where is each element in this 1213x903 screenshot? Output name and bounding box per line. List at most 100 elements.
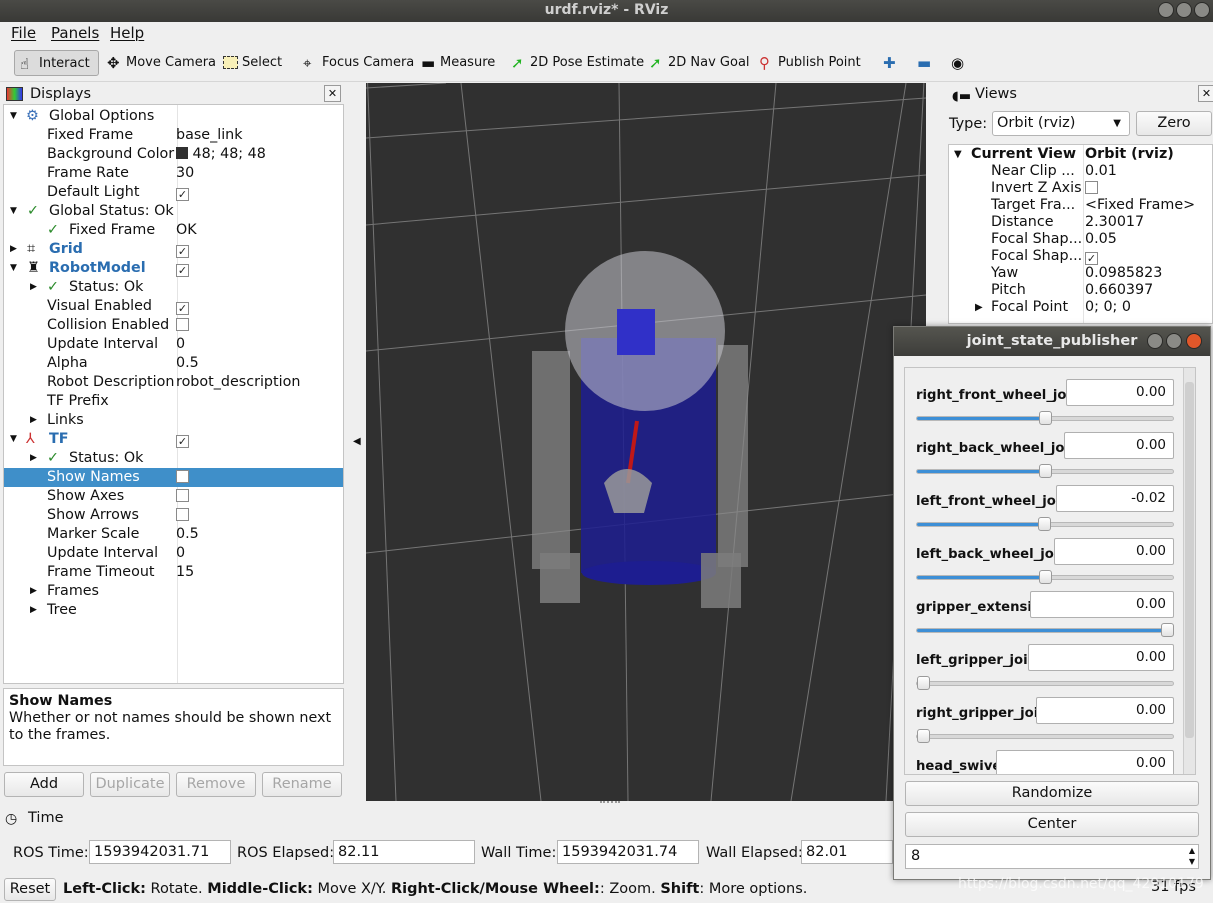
zero-view-button[interactable]: Zero [1136,111,1212,136]
show-axes-checkbox[interactable] [176,489,189,502]
ros-elapsed-field[interactable]: 82.11 [333,840,475,864]
close-icon[interactable]: ✕ [1198,85,1213,102]
ros-time-field[interactable]: 1593942031.71 [89,840,231,864]
maximize-window-icon[interactable] [1176,2,1192,18]
robotmodel-enabled-checkbox[interactable]: ✓ [176,264,189,277]
tree-row-fixed-frame-status[interactable]: ✓ Fixed Frame OK [4,221,343,240]
center-button[interactable]: Center [905,812,1199,837]
tree-row-tf-status[interactable]: ▶ ✓ Status: Ok [4,449,343,468]
wall-time-field[interactable]: 1593942031.74 [557,840,699,864]
tree-row-frame-rate[interactable]: Frame Rate 30 [4,164,343,183]
slider-handle[interactable] [917,729,930,743]
tree-row-tf-update-interval[interactable]: Update Interval 0 [4,544,343,563]
rename-display-button[interactable]: Rename [262,772,342,797]
joint-value-input[interactable]: 0.00 [1030,591,1174,618]
view-row-invert-z[interactable]: Invert Z Axis [949,180,1212,197]
joint-slider[interactable] [916,676,1174,690]
select-tool-button[interactable]: Select [218,50,282,76]
minimize-window-icon[interactable] [1147,333,1163,349]
tree-row-robotmodel[interactable]: ▼ ♜ RobotModel ✓ [4,259,343,278]
slider-handle[interactable] [1038,517,1051,531]
tree-row-frames[interactable]: ▶ Frames [4,582,343,601]
joint-slider[interactable] [916,570,1174,584]
minimize-window-icon[interactable] [1158,2,1174,18]
tree-row-show-names[interactable]: Show Names [4,468,343,487]
close-icon[interactable]: ✕ [324,85,341,102]
interact-tool-button[interactable]: ☝ Interact [14,50,99,76]
duplicate-display-button[interactable]: Duplicate [90,772,170,797]
publish-point-tool-button[interactable]: ⚲ Publish Point [754,50,861,76]
invert-z-checkbox[interactable] [1085,181,1098,194]
slider-handle[interactable] [1039,570,1052,584]
tree-row-default-light[interactable]: Default Light ✓ [4,183,343,202]
tree-row-tree[interactable]: ▶ Tree [4,601,343,620]
joint-value-input[interactable]: 0.00 [996,750,1174,774]
color-swatch[interactable] [176,147,188,159]
tf-enabled-checkbox[interactable]: ✓ [176,435,189,448]
joint-slider[interactable] [916,729,1174,743]
show-arrows-checkbox[interactable] [176,508,189,521]
joint-value-input[interactable]: 0.00 [1028,644,1174,671]
pose-estimate-tool-button[interactable]: ➚ 2D Pose Estimate [506,50,644,76]
remove-tool-button[interactable]: ▬ [912,50,931,76]
default-light-checkbox[interactable]: ✓ [176,188,189,201]
tree-row-fixed-frame[interactable]: Fixed Frame base_link [4,126,343,145]
spin-count-input[interactable]: 8 ▲ ▼ [905,844,1199,869]
tree-row-robot-description[interactable]: Robot Description robot_description [4,373,343,392]
joint-value-input[interactable]: 0.00 [1064,432,1174,459]
close-window-icon[interactable] [1186,333,1202,349]
view-row-focal-point[interactable]: ▶ Focal Point 0; 0; 0 [949,299,1212,316]
collapse-left-arrow-icon[interactable]: ◀ [353,436,361,447]
grid-enabled-checkbox[interactable]: ✓ [176,245,189,258]
scrollbar-thumb[interactable] [1185,382,1194,738]
randomize-button[interactable]: Randomize [905,781,1199,806]
tree-row-alpha[interactable]: Alpha 0.5 [4,354,343,373]
view-menu-button[interactable]: ◉ [946,50,968,76]
remove-display-button[interactable]: Remove [176,772,256,797]
tree-row-grid[interactable]: ▶ ⌗ Grid ✓ [4,240,343,259]
tree-row-collision-enabled[interactable]: Collision Enabled [4,316,343,335]
resize-grip[interactable] [600,801,620,805]
tree-row-links[interactable]: ▶ Links [4,411,343,430]
move-camera-tool-button[interactable]: ✥ Move Camera [102,50,216,76]
tree-row-show-arrows[interactable]: Show Arrows [4,506,343,525]
tree-row-tf[interactable]: ▼ ⅄ TF ✓ [4,430,343,449]
view-type-dropdown[interactable]: Orbit (rviz) ▼ [992,111,1130,136]
tree-row-global-status[interactable]: ▼ ✓ Global Status: Ok [4,202,343,221]
maximize-window-icon[interactable] [1166,333,1182,349]
add-tool-button[interactable]: ✚ [878,50,896,76]
menu-help[interactable]: Help [110,24,144,42]
menu-file[interactable]: File [11,24,36,42]
tree-row-frame-timeout[interactable]: Frame Timeout 15 [4,563,343,582]
show-names-checkbox[interactable] [176,470,189,483]
joint-slider[interactable] [916,411,1174,425]
tree-row-robotmodel-status[interactable]: ▶ ✓ Status: Ok [4,278,343,297]
view-row-pitch[interactable]: Pitch 0.660397 [949,282,1212,299]
spinner-arrows-icon[interactable]: ▲ ▼ [1189,845,1195,867]
reset-button[interactable]: Reset [4,878,56,901]
slider-handle[interactable] [1039,464,1052,478]
view-row-focal-shape-size[interactable]: Focal Shap... 0.05 [949,231,1212,248]
joint-value-input[interactable]: 0.00 [1054,538,1174,565]
wall-elapsed-field[interactable]: 82.01 [801,840,893,864]
focal-shape-checkbox[interactable]: ✓ [1085,252,1098,265]
view-row-target-frame[interactable]: Target Fra... <Fixed Frame> [949,197,1212,214]
slider-handle[interactable] [917,676,930,690]
view-row-focal-shape-fixed[interactable]: Focal Shap... ✓ [949,248,1212,265]
focus-camera-tool-button[interactable]: ⌖ Focus Camera [298,50,414,76]
tree-row-update-interval[interactable]: Update Interval 0 [4,335,343,354]
close-window-icon[interactable] [1194,2,1210,18]
visual-enabled-checkbox[interactable]: ✓ [176,302,189,315]
menu-panels[interactable]: Panels [51,24,99,42]
joint-value-input[interactable]: -0.02 [1056,485,1174,512]
slider-handle[interactable] [1161,623,1174,637]
view-row-yaw[interactable]: Yaw 0.0985823 [949,265,1212,282]
measure-tool-button[interactable]: ▬ Measure [416,50,495,76]
tree-row-show-axes[interactable]: Show Axes [4,487,343,506]
joint-slider[interactable] [916,623,1174,637]
tree-row-background-color[interactable]: Background Color 48; 48; 48 [4,145,343,164]
joint-value-input[interactable]: 0.00 [1036,697,1174,724]
view-row-current-view[interactable]: ▼ Current View Orbit (rviz) [949,146,1212,163]
add-display-button[interactable]: Add [4,772,84,797]
expand-arrow-icon[interactable]: ▼ [10,107,17,126]
